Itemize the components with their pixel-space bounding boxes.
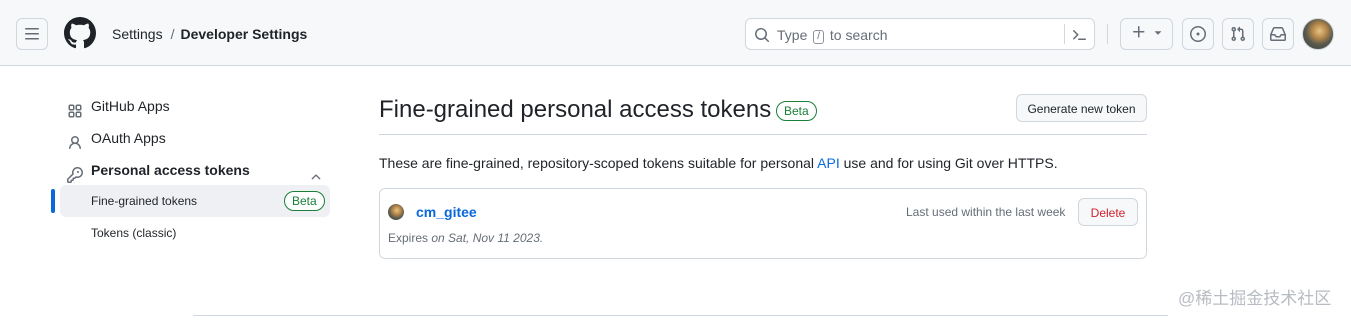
- beta-badge: Beta: [284, 191, 325, 211]
- token-owner-avatar: [388, 204, 404, 220]
- token-last-used: Last used within the last week: [906, 205, 1066, 219]
- search-input[interactable]: Type / to search: [745, 18, 1095, 50]
- inbox-button[interactable]: [1262, 18, 1294, 50]
- sidebar-item-label: Personal access tokens: [91, 162, 250, 178]
- git-pull-request-icon: [1230, 26, 1246, 42]
- search-placeholder-suffix: to search: [829, 27, 888, 43]
- caret-down-icon: [1153, 25, 1163, 43]
- issues-button[interactable]: [1182, 18, 1214, 50]
- title-divider: [379, 134, 1147, 135]
- sidebar-item-personal-access-tokens[interactable]: Personal access tokens: [60, 154, 330, 186]
- delete-token-button[interactable]: Delete: [1078, 198, 1138, 226]
- breadcrumb-separator: /: [170, 26, 175, 42]
- breadcrumb: Settings / Developer Settings: [112, 24, 307, 44]
- sidebar-item-label: OAuth Apps: [91, 130, 166, 146]
- search-shortcut-key: /: [813, 30, 825, 44]
- pull-requests-button[interactable]: [1222, 18, 1254, 50]
- sidebar-item-github-apps[interactable]: GitHub Apps: [60, 90, 330, 122]
- sidebar-item-label: Tokens (classic): [91, 226, 177, 240]
- token-name-link[interactable]: cm_gitee: [416, 202, 477, 222]
- breadcrumb-developer-settings[interactable]: Developer Settings: [180, 26, 307, 42]
- hamburger-icon: [24, 26, 40, 42]
- token-expiry-label: Expires: [388, 231, 429, 245]
- description-text: These are fine-grained, repository-scope…: [379, 155, 818, 171]
- generate-new-token-button[interactable]: Generate new token: [1016, 94, 1147, 122]
- sidebar-item-fine-grained-tokens[interactable]: Fine-grained tokens Beta: [60, 185, 330, 217]
- create-new-button[interactable]: [1120, 18, 1173, 50]
- sidebar-item-label: GitHub Apps: [91, 98, 170, 114]
- sidebar-item-label: Fine-grained tokens: [91, 194, 198, 208]
- page-title: Fine-grained personal access tokens: [379, 94, 771, 126]
- api-link[interactable]: API: [817, 155, 840, 171]
- github-logo[interactable]: [63, 17, 96, 49]
- search-icon: [754, 27, 770, 48]
- token-list: cm_gitee Last used within the last week …: [379, 188, 1147, 259]
- breadcrumb-settings[interactable]: Settings: [112, 26, 163, 42]
- watermark: @稀土掘金技术社区: [1178, 289, 1332, 308]
- page-title-text: Fine-grained personal access tokens: [379, 96, 772, 123]
- search-placeholder: Type / to search: [777, 26, 888, 44]
- plus-icon: [1131, 24, 1147, 45]
- active-indicator: [51, 189, 55, 213]
- inbox-icon: [1270, 26, 1286, 42]
- menu-button[interactable]: [16, 18, 48, 50]
- sidebar-item-tokens-classic[interactable]: Tokens (classic): [60, 217, 330, 249]
- title-beta-badge: Beta: [776, 101, 817, 121]
- issue-opened-icon: [1190, 26, 1206, 42]
- search-placeholder-prefix: Type: [777, 27, 808, 43]
- top-header: Settings / Developer Settings Type / to se…: [0, 0, 1351, 66]
- search-divider: [1064, 24, 1065, 44]
- user-avatar[interactable]: [1302, 18, 1334, 50]
- header-divider: [1107, 24, 1108, 44]
- page-description: These are fine-grained, repository-scope…: [379, 153, 1058, 173]
- command-palette-icon[interactable]: [1071, 27, 1087, 48]
- token-expiry: Expires on Sat, Nov 11 2023.: [388, 229, 543, 247]
- sidebar-item-oauth-apps[interactable]: OAuth Apps: [60, 122, 330, 154]
- footer-divider: [193, 315, 1168, 316]
- token-expiry-date: on Sat, Nov 11 2023.: [431, 231, 544, 245]
- description-text-end: use and for using Git over HTTPS.: [839, 155, 1058, 171]
